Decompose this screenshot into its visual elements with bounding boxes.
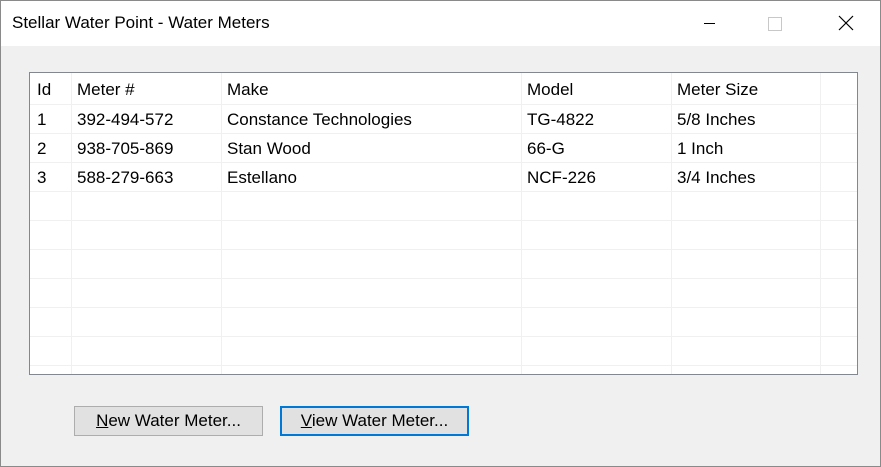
cell-id: 1 [37, 110, 47, 129]
view-button-mnemonic: V [300, 411, 312, 430]
minimize-button[interactable] [687, 1, 733, 46]
list-header: Id Meter # Make Model Meter Size [30, 75, 857, 104]
cell-meter-number: 938-705-869 [77, 139, 174, 158]
view-button-label: iew Water Meter... [311, 411, 449, 430]
table-row[interactable]: 2 938-705-869 Stan Wood 66-G 1 Inch [30, 134, 857, 163]
cell-meter-number: 392-494-572 [77, 110, 174, 129]
cell-meter-size: 1 Inch [677, 139, 724, 158]
new-button-label: ew Water Meter... [108, 411, 241, 430]
window-title: Stellar Water Point - Water Meters [12, 13, 270, 32]
maximize-icon [768, 17, 782, 31]
column-header-make[interactable]: Make [227, 75, 519, 104]
column-header-meter-size[interactable]: Meter Size [677, 75, 819, 104]
cell-make: Stan Wood [227, 139, 311, 158]
column-header-meter-number[interactable]: Meter # [77, 75, 219, 104]
cell-model: 66-G [527, 139, 565, 158]
title-bar: Stellar Water Point - Water Meters [1, 1, 880, 46]
close-icon [838, 15, 854, 31]
cell-meter-number: 588-279-663 [77, 168, 174, 187]
new-button-mnemonic: N [96, 411, 109, 430]
cell-id: 2 [37, 139, 47, 158]
column-header-model[interactable]: Model [527, 75, 669, 104]
water-meters-window: Stellar Water Point - Water Meters Id Me… [0, 0, 881, 467]
minimize-icon [704, 23, 715, 24]
cell-id: 3 [37, 168, 47, 187]
cell-model: NCF-226 [527, 168, 596, 187]
table-row[interactable]: 3 588-279-663 Estellano NCF-226 3/4 Inch… [30, 163, 857, 192]
cell-make: Estellano [227, 168, 297, 187]
cell-model: TG-4822 [527, 110, 595, 129]
column-header-id[interactable]: Id [37, 75, 69, 104]
view-water-meter-button[interactable]: View Water Meter... [280, 406, 469, 436]
table-row[interactable]: 1 392-494-572 Constance Technologies TG-… [30, 105, 857, 134]
new-water-meter-button[interactable]: New Water Meter... [74, 406, 263, 436]
maximize-button[interactable] [751, 1, 797, 46]
close-button[interactable] [822, 1, 868, 46]
water-meters-list[interactable]: Id Meter # Make Model Meter Size 1 392-4… [29, 72, 858, 375]
cell-meter-size: 5/8 Inches [677, 110, 756, 129]
cell-make: Constance Technologies [227, 110, 412, 129]
cell-meter-size: 3/4 Inches [677, 168, 756, 187]
